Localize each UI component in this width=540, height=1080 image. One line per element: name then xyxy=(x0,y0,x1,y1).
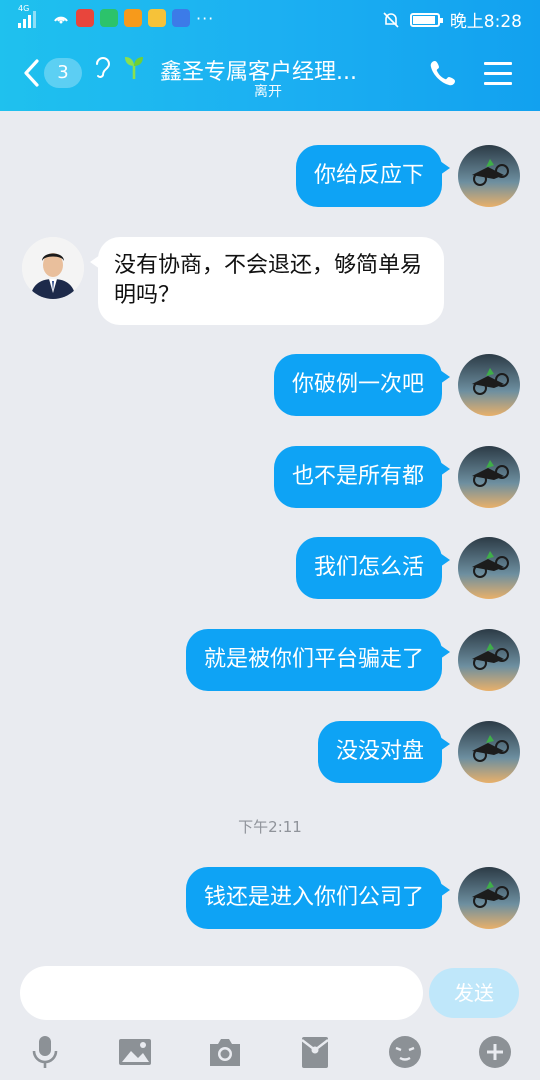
incoming-message-bubble[interactable]: 没有协商，不会退还，够简单易明吗？ xyxy=(90,237,444,325)
outgoing-message-bubble[interactable]: 钱还是进入你们公司了 xyxy=(185,867,451,929)
top-bar: 4G ··· 晚上8:28 3 鑫圣专属客户经理... 离开 xyxy=(0,0,540,111)
my-avatar[interactable] xyxy=(458,867,520,929)
hotspot-icon xyxy=(54,16,68,24)
signal-icon: 4G xyxy=(18,4,46,28)
chat-header: 3 鑫圣专属客户经理... 离开 xyxy=(0,36,540,111)
image-icon[interactable] xyxy=(117,1034,153,1070)
my-avatar[interactable] xyxy=(458,629,520,691)
message-row: 我们怎么活 xyxy=(0,537,540,599)
outgoing-message-bubble[interactable]: 也不是所有都 xyxy=(273,446,451,508)
contact-status: 离开 xyxy=(254,84,282,100)
plus-icon[interactable] xyxy=(477,1034,513,1070)
my-avatar[interactable] xyxy=(458,537,520,599)
message-row: 你破例一次吧 xyxy=(0,354,540,416)
unread-count-badge[interactable]: 3 xyxy=(44,58,82,88)
clock: 晚上8:28 xyxy=(449,12,522,32)
message-row: 钱还是进入你们公司了 xyxy=(0,867,540,929)
netease-music-app-icon xyxy=(76,9,94,27)
mute-icon xyxy=(383,11,399,28)
input-toolbar xyxy=(0,1030,540,1074)
outgoing-message-bubble[interactable]: 你破例一次吧 xyxy=(273,354,451,416)
message-row: 就是被你们平台骗走了 xyxy=(0,629,540,691)
my-avatar[interactable] xyxy=(458,446,520,508)
my-avatar[interactable] xyxy=(458,145,520,207)
send-button[interactable]: 发送 xyxy=(429,968,519,1018)
video-app-icon xyxy=(100,9,118,27)
message-list[interactable]: 你给反应下 没有协商，不会退还，够简单易明吗？ 你破例一次吧 也不是所有都 我们… xyxy=(0,111,540,956)
red-packet-icon[interactable] xyxy=(297,1034,333,1070)
camera-icon[interactable] xyxy=(207,1034,243,1070)
my-avatar[interactable] xyxy=(458,721,520,783)
contact-avatar[interactable] xyxy=(22,237,84,299)
menu-icon[interactable] xyxy=(484,60,512,86)
status-bar: 4G ··· 晚上8:28 xyxy=(0,0,540,36)
message-row: 没有协商，不会退还，够简单易明吗？ xyxy=(0,237,540,327)
outgoing-message-bubble[interactable]: 我们怎么活 xyxy=(295,537,451,599)
message-row: 没没对盘 xyxy=(0,721,540,783)
more-notifications-icon: ··· xyxy=(196,8,215,28)
outgoing-message-bubble[interactable]: 没没对盘 xyxy=(317,721,451,783)
play-app-icon xyxy=(124,9,142,27)
music-app-icon xyxy=(172,9,190,27)
phone-icon[interactable] xyxy=(428,58,458,88)
outgoing-message-bubble[interactable]: 就是被你们平台骗走了 xyxy=(185,629,451,691)
message-input[interactable] xyxy=(20,966,423,1020)
message-timestamp: 下午2:11 xyxy=(238,818,302,836)
earpiece-mode-icon[interactable] xyxy=(92,54,114,82)
emoji-icon[interactable] xyxy=(387,1034,423,1070)
message-row: 你给反应下 xyxy=(0,145,540,207)
sprout-icon xyxy=(125,57,143,79)
microphone-icon[interactable] xyxy=(27,1034,63,1070)
outgoing-message-bubble[interactable]: 你给反应下 xyxy=(295,145,451,207)
back-arrow-icon[interactable] xyxy=(22,58,42,88)
news-app-icon xyxy=(148,9,166,27)
my-avatar[interactable] xyxy=(458,354,520,416)
battery-icon xyxy=(409,12,443,27)
input-bar: 发送 xyxy=(0,956,540,1080)
message-row: 也不是所有都 xyxy=(0,446,540,508)
